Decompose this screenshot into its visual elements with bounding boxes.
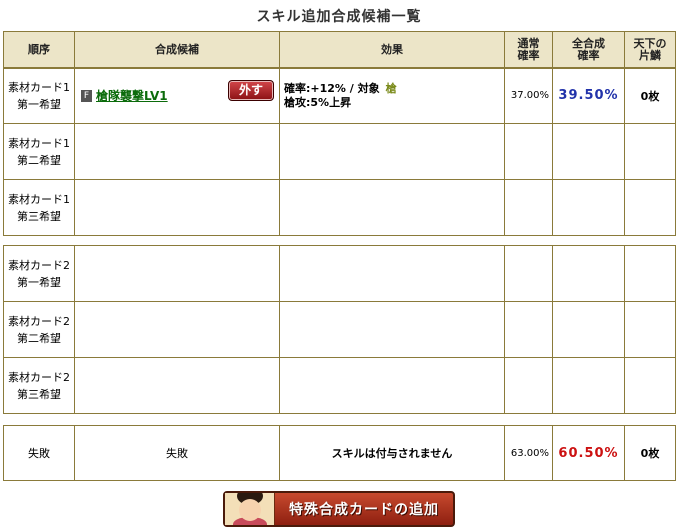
failure-candidate-cell: 失敗	[74, 425, 280, 481]
table-row: 素材カード2 第三希望	[3, 357, 676, 414]
column-header-fragments: 天下の 片鱗	[624, 31, 676, 69]
skill-link[interactable]: 槍隊襲撃LV1	[96, 89, 168, 103]
character-portrait-icon	[225, 493, 275, 525]
failure-effect-cell: スキルは付与されません	[279, 425, 505, 481]
order-material: 素材カード1	[8, 80, 70, 94]
order-cell: 素材カード1 第一希望	[3, 67, 75, 124]
column-header-total-rate: 全合成 確率	[552, 31, 625, 69]
failure-order-cell: 失敗	[3, 425, 75, 481]
order-material: 素材カード1	[8, 136, 70, 150]
order-cell: 素材カード2 第三希望	[3, 357, 75, 414]
add-special-card-button[interactable]: 特殊合成カードの追加	[223, 491, 455, 527]
order-material: 素材カード2	[8, 370, 70, 384]
order-preference: 第一希望	[17, 97, 61, 111]
effect-cell: 確率:+12% / 対象槍 槍攻:5%上昇	[279, 67, 505, 124]
effect-target-unit: 槍	[385, 81, 397, 95]
order-cell: 素材カード2 第二希望	[3, 301, 75, 358]
effect-cell	[279, 301, 505, 358]
fragments-cell	[624, 179, 676, 236]
add-special-card-label: 特殊合成カードの追加	[289, 502, 439, 518]
order-material: 素材カード2	[8, 314, 70, 328]
candidate-cell	[74, 123, 280, 180]
order-preference: 第二希望	[17, 153, 61, 167]
fragments-cell	[624, 301, 676, 358]
table-row: 素材カード2 第二希望	[3, 301, 676, 358]
base-rate-cell	[504, 123, 553, 180]
total-rate-cell	[552, 301, 625, 358]
order-cell: 素材カード1 第二希望	[3, 123, 75, 180]
table-row: 素材カード2 第一希望	[3, 245, 676, 302]
column-header-order: 順序	[3, 31, 75, 69]
base-rate-cell: 37.00%	[504, 67, 553, 124]
base-rate-cell	[504, 245, 553, 302]
fragments-cell	[624, 245, 676, 302]
order-material: 素材カード2	[8, 258, 70, 272]
order-preference: 第三希望	[17, 387, 61, 401]
failure-row: 失敗 失敗 スキルは付与されません 63.00% 60.50% 0枚	[3, 425, 676, 481]
total-rate-cell	[552, 123, 625, 180]
column-header-effect: 効果	[279, 31, 505, 69]
effect-cell	[279, 123, 505, 180]
effect-description: 槍攻:5%上昇	[284, 95, 352, 109]
fragments-cell	[624, 123, 676, 180]
table-row: 素材カード1 第三希望	[3, 179, 676, 236]
failure-table: 失敗 失敗 スキルは付与されません 63.00% 60.50% 0枚	[3, 425, 676, 481]
candidate-cell	[74, 245, 280, 302]
order-preference: 第二希望	[17, 331, 61, 345]
base-rate-cell	[504, 301, 553, 358]
column-header-base-rate-line2: 確率	[517, 49, 540, 62]
failure-base-rate-cell: 63.00%	[504, 425, 553, 481]
table-row: 素材カード1 第一希望 F 槍隊襲撃LV1 外す 確率:+12% / 対象槍 槍攻…	[3, 67, 676, 124]
material-card-1-table: 素材カード1 第一希望 F 槍隊襲撃LV1 外す 確率:+12% / 対象槍 槍攻…	[3, 67, 676, 236]
order-material: 素材カード1	[8, 192, 70, 206]
grade-badge: F	[81, 89, 92, 102]
candidate-cell: F 槍隊襲撃LV1 外す	[74, 67, 280, 124]
effect-cell	[279, 245, 505, 302]
column-header-candidate: 合成候補	[74, 31, 280, 69]
order-cell: 素材カード2 第一希望	[3, 245, 75, 302]
column-header-base-rate: 通常 確率	[504, 31, 553, 69]
total-rate-cell	[552, 179, 625, 236]
fragments-cell	[624, 357, 676, 414]
remove-button[interactable]: 外す	[228, 80, 274, 101]
order-cell: 素材カード1 第三希望	[3, 179, 75, 236]
base-rate-cell	[504, 357, 553, 414]
page-title: スキル追加合成候補一覧	[256, 9, 422, 25]
effect-cell	[279, 357, 505, 414]
total-rate-cell	[552, 245, 625, 302]
failure-total-rate-cell: 60.50%	[552, 425, 625, 481]
candidate-cell	[74, 179, 280, 236]
effect-cell	[279, 179, 505, 236]
column-header-total-rate-line2: 確率	[577, 49, 600, 62]
effect-rate-target: 確率:+12% / 対象	[284, 81, 380, 95]
total-rate-cell: 39.50%	[552, 67, 625, 124]
failure-fragments-cell: 0枚	[624, 425, 676, 481]
order-preference: 第三希望	[17, 209, 61, 223]
base-rate-cell	[504, 179, 553, 236]
candidate-cell	[74, 357, 280, 414]
column-header-fragments-line2: 片鱗	[639, 49, 661, 62]
candidate-table-header: 順序 合成候補 効果 通常 確率 全合成 確率 天下の 片鱗	[3, 31, 676, 69]
fragments-cell: 0枚	[624, 67, 676, 124]
table-row: 素材カード1 第二希望	[3, 123, 676, 180]
candidate-cell	[74, 301, 280, 358]
material-card-2-table: 素材カード2 第一希望 素材カード2 第二希望 素材カード2 第三希望	[3, 245, 676, 414]
total-rate-cell	[552, 357, 625, 414]
order-preference: 第一希望	[17, 275, 61, 289]
